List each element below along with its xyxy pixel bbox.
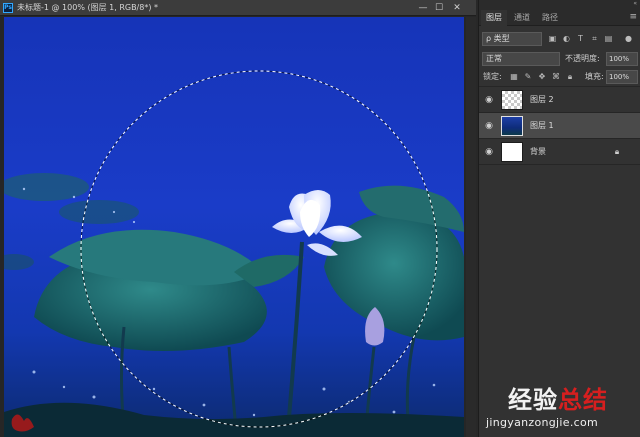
layer-thumbnail bbox=[501, 142, 523, 162]
photoshop-app-icon: Ps bbox=[3, 3, 13, 13]
layer-row[interactable]: ◉ 图层 2 bbox=[479, 87, 640, 113]
filter-pixel-icon[interactable]: ▣ bbox=[547, 33, 558, 44]
fill-input[interactable]: 100% bbox=[606, 70, 638, 84]
opacity-label: 不透明度: bbox=[565, 54, 600, 63]
watermark-url: jingyanzongjie.com bbox=[486, 416, 599, 429]
watermark-title: 经验总结 bbox=[508, 386, 608, 414]
tab-channels[interactable]: 通道 bbox=[509, 10, 535, 26]
lotus-photo bbox=[4, 17, 464, 437]
eye-icon[interactable]: ◉ bbox=[483, 94, 495, 106]
document-window: Ps 未标题-1 @ 100% (图层 1, RGB/8*) * — ☐ ✕ bbox=[0, 0, 476, 437]
maximize-icon[interactable]: ☐ bbox=[432, 1, 446, 15]
lock-all-icon[interactable]: 🔒︎ bbox=[565, 71, 575, 82]
lock-position-icon[interactable]: ✥ bbox=[537, 71, 547, 82]
close-icon[interactable]: ✕ bbox=[450, 1, 464, 15]
fill-label: 填充: bbox=[585, 72, 604, 81]
watermark-title-part1: 经验 bbox=[508, 386, 558, 414]
layer-row[interactable]: ◉ 背景 🔒︎ bbox=[479, 139, 640, 165]
layer-name: 图层 1 bbox=[530, 121, 554, 130]
image-canvas[interactable] bbox=[4, 17, 464, 437]
eye-icon[interactable]: ◉ bbox=[483, 146, 495, 158]
lock-icon: 🔒︎ bbox=[614, 147, 620, 156]
panel-tabs: 图层 通道 路径 ≡ bbox=[479, 8, 640, 26]
layer-thumbnail bbox=[501, 90, 523, 110]
lock-label: 锁定: bbox=[483, 72, 502, 81]
document-titlebar[interactable]: Ps 未标题-1 @ 100% (图层 1, RGB/8*) * — ☐ ✕ bbox=[0, 0, 476, 16]
lock-image-pixels-icon[interactable]: ✎ bbox=[523, 71, 533, 82]
layer-row[interactable]: ◉ 图层 1 bbox=[479, 113, 640, 139]
watermark: 经验总结 jingyanzongjie.com bbox=[478, 384, 640, 437]
filter-smartobject-icon[interactable]: ▤ bbox=[603, 33, 614, 44]
lock-transparent-pixels-icon[interactable]: ▦ bbox=[509, 71, 519, 82]
panel-menu-icon[interactable]: ≡ bbox=[629, 11, 637, 23]
opacity-input[interactable]: 100% bbox=[606, 52, 638, 66]
layer-thumbnail bbox=[501, 116, 523, 136]
blend-row: 正常 不透明度: 100% bbox=[479, 51, 640, 67]
filter-toggle-icon[interactable]: ● bbox=[623, 33, 634, 44]
filter-type-icon[interactable]: T bbox=[575, 33, 586, 44]
collapse-panel-icon[interactable]: « bbox=[479, 0, 640, 8]
watermark-title-part2: 总结 bbox=[558, 386, 608, 414]
filter-shape-icon[interactable]: ⌗ bbox=[589, 33, 600, 44]
layers-panel: « 图层 通道 路径 ≡ ρ 类型 ▣ ◐ T ⌗ ▤ ● 正常 不透明度: 1… bbox=[478, 0, 640, 437]
tab-layers[interactable]: 图层 bbox=[481, 10, 507, 26]
layer-name: 背景 bbox=[530, 147, 546, 156]
document-title: 未标题-1 @ 100% (图层 1, RGB/8*) * bbox=[17, 3, 159, 12]
photoshop-window: Ps 未标题-1 @ 100% (图层 1, RGB/8*) * — ☐ ✕ «… bbox=[0, 0, 640, 437]
filter-adjustment-icon[interactable]: ◐ bbox=[561, 33, 572, 44]
eye-icon[interactable]: ◉ bbox=[483, 120, 495, 132]
document-scrollbar[interactable] bbox=[466, 17, 476, 437]
layer-list: ◉ 图层 2 ◉ 图层 1 ◉ 背景 🔒︎ bbox=[479, 86, 640, 166]
lock-row: 锁定: ▦ ✎ ✥ ⌘ 🔒︎ 填充: 100% bbox=[479, 69, 640, 85]
lock-artboard-icon[interactable]: ⌘ bbox=[551, 71, 561, 82]
filter-kind-select[interactable]: ρ 类型 bbox=[482, 32, 542, 46]
minimize-icon[interactable]: — bbox=[416, 1, 430, 15]
layer-name: 图层 2 bbox=[530, 95, 554, 104]
tab-paths[interactable]: 路径 bbox=[537, 10, 563, 26]
layer-filter-row: ρ 类型 ▣ ◐ T ⌗ ▤ ● bbox=[479, 30, 640, 48]
blend-mode-select[interactable]: 正常 bbox=[482, 52, 560, 66]
